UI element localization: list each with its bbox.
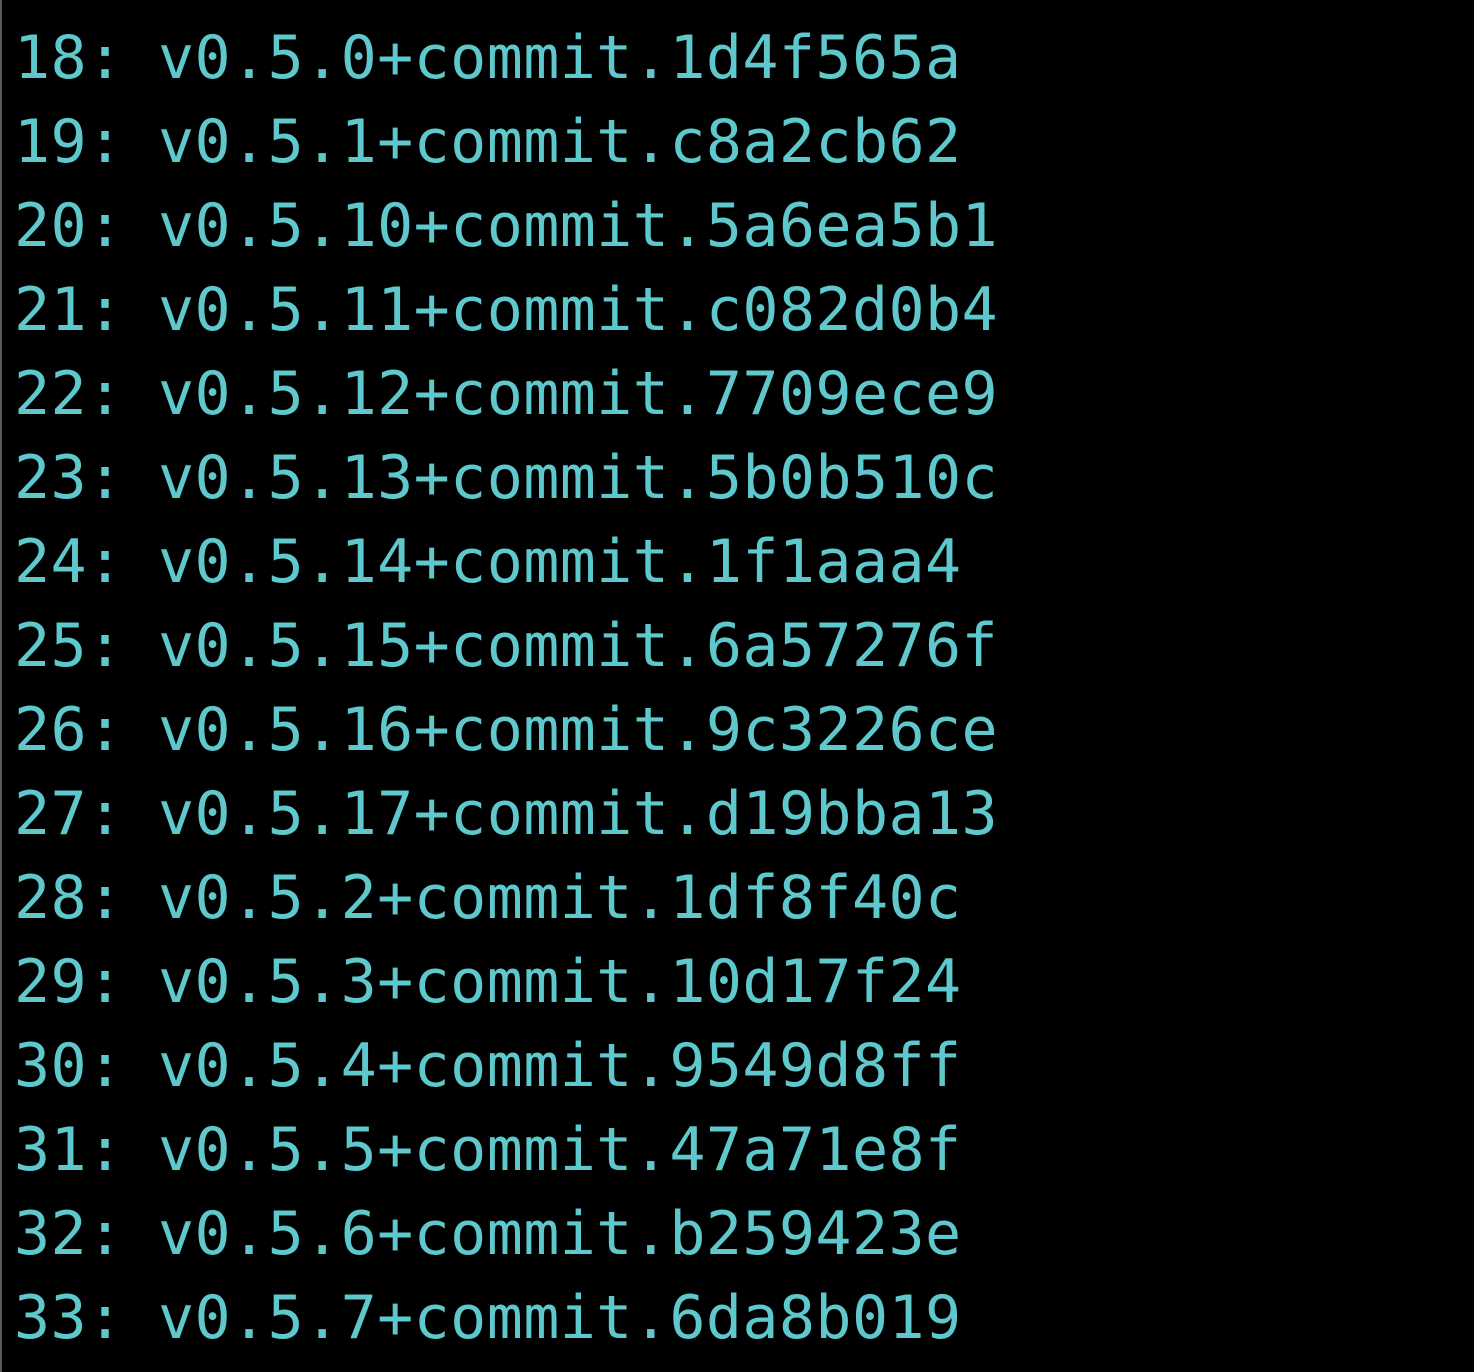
output-line: 18: v0.5.0+commit.1d4f565a [14, 16, 962, 100]
output-line: 29: v0.5.3+commit.10d17f24 [14, 940, 962, 1024]
line-number: 30: [14, 1031, 124, 1101]
line-number: 24: [14, 527, 124, 597]
output-line: 24: v0.5.14+commit.1f1aaa4 [14, 520, 962, 604]
version-string: v0.5.11+commit.c082d0b4 [158, 275, 999, 345]
line-number: 33: [14, 1283, 124, 1353]
line-number: 22: [14, 359, 124, 429]
output-line: 25: v0.5.15+commit.6a57276f [14, 604, 998, 688]
version-string: v0.5.12+commit.7709ece9 [158, 359, 999, 429]
version-string: v0.5.10+commit.5a6ea5b1 [158, 191, 999, 261]
version-string: v0.5.5+commit.47a71e8f [158, 1115, 962, 1185]
version-string: v0.5.2+commit.1df8f40c [158, 863, 962, 933]
line-number: 23: [14, 443, 124, 513]
output-line: 20: v0.5.10+commit.5a6ea5b1 [14, 184, 998, 268]
version-string: v0.5.7+commit.6da8b019 [158, 1283, 962, 1353]
line-number: 20: [14, 191, 124, 261]
output-line: 21: v0.5.11+commit.c082d0b4 [14, 268, 998, 352]
output-line: 26: v0.5.16+commit.9c3226ce [14, 688, 998, 772]
output-line: 31: v0.5.5+commit.47a71e8f [14, 1108, 962, 1192]
version-string: v0.5.0+commit.1d4f565a [158, 23, 962, 93]
version-string: v0.5.17+commit.d19bba13 [158, 779, 999, 849]
version-string: v0.5.15+commit.6a57276f [158, 611, 999, 681]
version-string: v0.5.3+commit.10d17f24 [158, 947, 962, 1017]
output-line: 27: v0.5.17+commit.d19bba13 [14, 772, 998, 856]
output-line: 19: v0.5.1+commit.c8a2cb62 [14, 100, 962, 184]
version-string: v0.5.6+commit.b259423e [158, 1199, 962, 1269]
output-line: 33: v0.5.7+commit.6da8b019 [14, 1276, 962, 1360]
output-line: 28: v0.5.2+commit.1df8f40c [14, 856, 962, 940]
line-number: 25: [14, 611, 124, 681]
version-string: v0.5.14+commit.1f1aaa4 [158, 527, 962, 597]
line-number: 31: [14, 1115, 124, 1185]
line-number: 28: [14, 863, 124, 933]
output-line: 32: v0.5.6+commit.b259423e [14, 1192, 962, 1276]
line-number: 32: [14, 1199, 124, 1269]
line-number: 26: [14, 695, 124, 765]
version-string: v0.5.16+commit.9c3226ce [158, 695, 999, 765]
line-number: 29: [14, 947, 124, 1017]
terminal-output: 18: v0.5.0+commit.1d4f565a 19: v0.5.1+comm… [0, 0, 1474, 1372]
line-number: 19: [14, 107, 124, 177]
version-string: v0.5.1+commit.c8a2cb62 [158, 107, 962, 177]
output-line: 23: v0.5.13+commit.5b0b510c [14, 436, 998, 520]
output-line: 30: v0.5.4+commit.9549d8ff [14, 1024, 962, 1108]
version-string: v0.5.4+commit.9549d8ff [158, 1031, 962, 1101]
line-number: 21: [14, 275, 124, 345]
line-number: 18: [14, 23, 124, 93]
line-number: 27: [14, 779, 124, 849]
version-string: v0.5.13+commit.5b0b510c [158, 443, 999, 513]
output-line: 22: v0.5.12+commit.7709ece9 [14, 352, 998, 436]
